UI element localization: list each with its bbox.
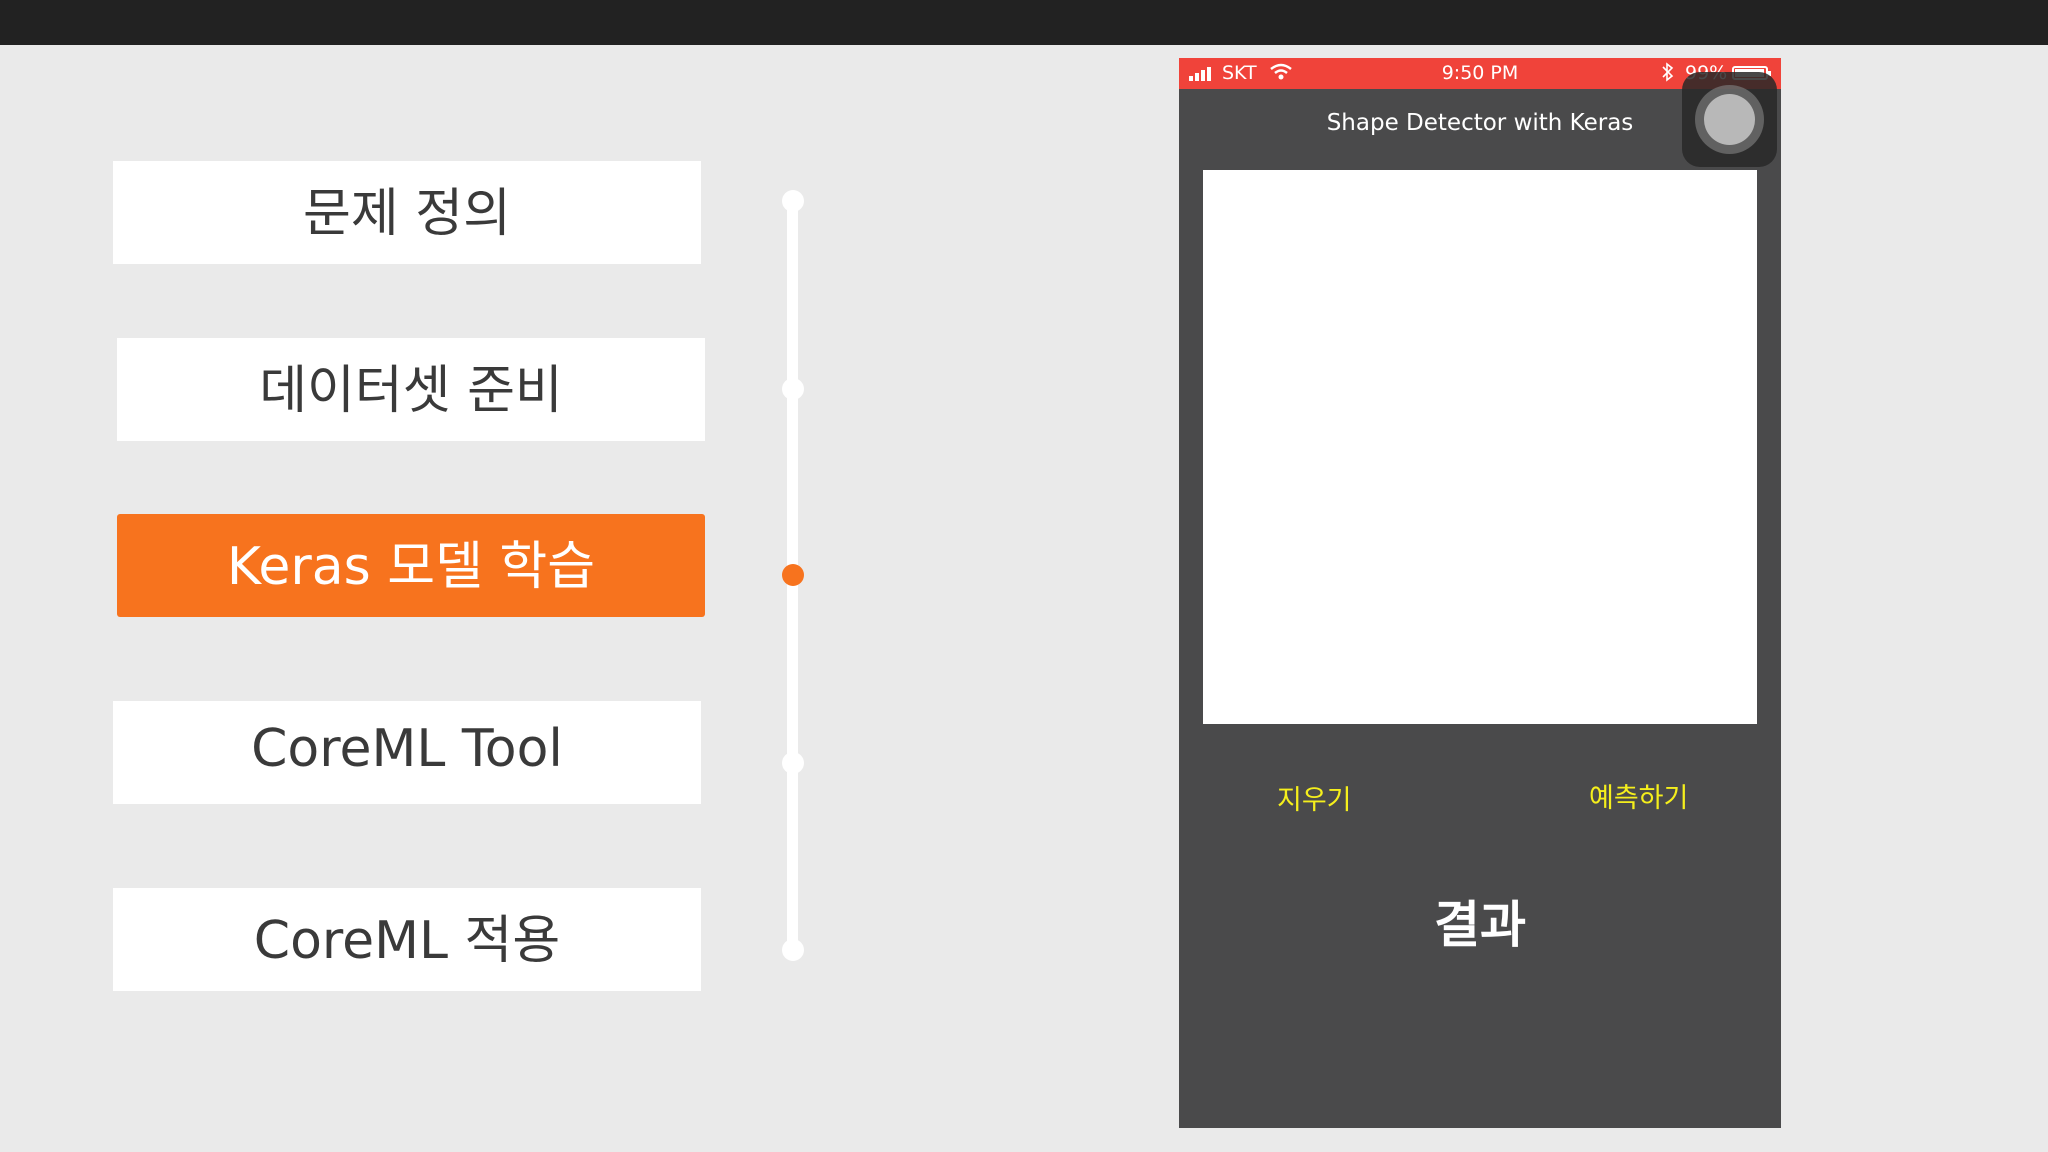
top-bar [0, 0, 2048, 45]
timeline-dot-active [782, 564, 804, 586]
step-coreml-apply[interactable]: CoreML 적용 [113, 888, 701, 991]
step-dataset-preparation[interactable]: 데이터셋 준비 [117, 338, 705, 441]
timeline-dot-4 [782, 752, 804, 774]
step-keras-training[interactable]: Keras 모델 학습 [117, 514, 705, 617]
step-label: CoreML 적용 [253, 911, 561, 971]
clear-button[interactable]: 지우기 [1277, 778, 1352, 817]
step-label: 데이터셋 준비 [259, 361, 563, 421]
step-coreml-tool[interactable]: CoreML Tool [113, 701, 701, 804]
step-label: 문제 정의 [303, 184, 511, 244]
timeline-dot-1 [782, 190, 804, 212]
drawing-canvas[interactable] [1203, 170, 1757, 724]
phone-screen: SKT 9:50 PM 99% Shape Detector with Kera… [1179, 58, 1781, 1128]
step-label: CoreML Tool [251, 718, 563, 779]
result-label: 결과 [1434, 896, 1526, 954]
assistive-touch-icon[interactable] [1682, 72, 1777, 167]
step-label: Keras 모델 학습 [226, 537, 596, 597]
predict-button[interactable]: 예측하기 [1589, 776, 1688, 815]
timeline-dot-5 [782, 939, 804, 961]
timeline-dot-2 [782, 378, 804, 400]
step-problem-definition[interactable]: 문제 정의 [113, 161, 701, 264]
bluetooth-icon [1661, 61, 1675, 88]
